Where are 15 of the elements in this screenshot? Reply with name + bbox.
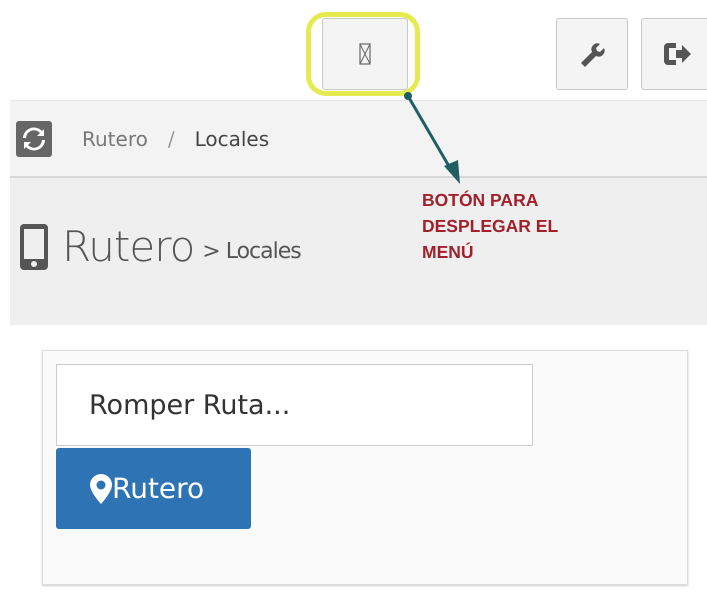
- breadcrumb-separator: /: [168, 126, 175, 150]
- refresh-icon[interactable]: [16, 120, 52, 156]
- search-field[interactable]: Romper Ruta...: [56, 364, 533, 446]
- wrench-button[interactable]: [556, 18, 628, 90]
- phone-icon: [20, 224, 48, 270]
- breadcrumb-link[interactable]: Rutero: [82, 126, 148, 150]
- map-pin-icon: [90, 474, 112, 504]
- page-title: Rutero: [62, 222, 194, 271]
- breadcrumb-link[interactable]: Locales: [194, 126, 270, 150]
- annotation-text: BOTÓN PARA DESPLEGAR EL MENÚ: [422, 189, 558, 264]
- missing-glyph-icon: [359, 43, 371, 65]
- rutero-button[interactable]: Rutero: [56, 448, 251, 529]
- logout-icon: [662, 41, 692, 67]
- logout-button[interactable]: [641, 18, 707, 90]
- page-subtitle: > Locales: [202, 239, 301, 264]
